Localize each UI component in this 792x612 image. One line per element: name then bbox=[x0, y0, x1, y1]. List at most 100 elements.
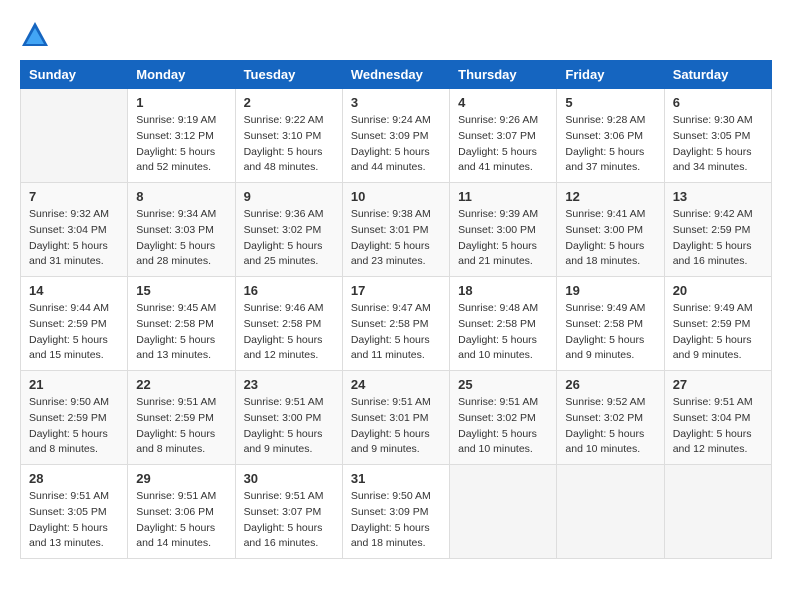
logo-icon bbox=[20, 20, 50, 50]
day-info: Sunrise: 9:30 AM Sunset: 3:05 PM Dayligh… bbox=[673, 113, 763, 176]
day-info: Sunrise: 9:51 AM Sunset: 3:07 PM Dayligh… bbox=[244, 489, 334, 552]
calendar-cell: 31 Sunrise: 9:50 AM Sunset: 3:09 PM Dayli… bbox=[342, 465, 449, 559]
calendar-cell: 10 Sunrise: 9:38 AM Sunset: 3:01 PM Dayli… bbox=[342, 183, 449, 277]
day-number: 20 bbox=[673, 283, 763, 298]
weekday-header-friday: Friday bbox=[557, 61, 664, 89]
calendar-cell: 27 Sunrise: 9:51 AM Sunset: 3:04 PM Dayli… bbox=[664, 371, 771, 465]
day-number: 8 bbox=[136, 189, 226, 204]
calendar-cell: 17 Sunrise: 9:47 AM Sunset: 2:58 PM Dayli… bbox=[342, 277, 449, 371]
calendar-cell: 5Sunrise: 9:28 AM Sunset: 3:06 PM Daylig… bbox=[557, 89, 664, 183]
day-info: Sunrise: 9:28 AM Sunset: 3:06 PM Dayligh… bbox=[565, 113, 655, 176]
calendar-cell: 21 Sunrise: 9:50 AM Sunset: 2:59 PM Dayli… bbox=[21, 371, 128, 465]
calendar-cell: 29 Sunrise: 9:51 AM Sunset: 3:06 PM Dayli… bbox=[128, 465, 235, 559]
weekday-header-saturday: Saturday bbox=[664, 61, 771, 89]
day-number: 23 bbox=[244, 377, 334, 392]
day-info: Sunrise: 9:51 AM Sunset: 3:05 PM Dayligh… bbox=[29, 489, 119, 552]
calendar-cell: 11 Sunrise: 9:39 AM Sunset: 3:00 PM Dayli… bbox=[450, 183, 557, 277]
day-number: 17 bbox=[351, 283, 441, 298]
day-number: 12 bbox=[565, 189, 655, 204]
page-header bbox=[20, 20, 772, 50]
calendar-cell: 8 Sunrise: 9:34 AM Sunset: 3:03 PM Daylig… bbox=[128, 183, 235, 277]
calendar-cell: 9 Sunrise: 9:36 AM Sunset: 3:02 PM Daylig… bbox=[235, 183, 342, 277]
day-info: Sunrise: 9:49 AM Sunset: 2:59 PM Dayligh… bbox=[673, 301, 763, 364]
weekday-header-wednesday: Wednesday bbox=[342, 61, 449, 89]
weekday-header-monday: Monday bbox=[128, 61, 235, 89]
day-info: Sunrise: 9:36 AM Sunset: 3:02 PM Dayligh… bbox=[244, 207, 334, 270]
day-number: 16 bbox=[244, 283, 334, 298]
calendar-cell: 13Sunrise: 9:42 AM Sunset: 2:59 PM Dayli… bbox=[664, 183, 771, 277]
day-info: Sunrise: 9:46 AM Sunset: 2:58 PM Dayligh… bbox=[244, 301, 334, 364]
day-info: Sunrise: 9:51 AM Sunset: 3:01 PM Dayligh… bbox=[351, 395, 441, 458]
day-number: 10 bbox=[351, 189, 441, 204]
day-info: Sunrise: 9:44 AM Sunset: 2:59 PM Dayligh… bbox=[29, 301, 119, 364]
weekday-row: SundayMondayTuesdayWednesdayThursdayFrid… bbox=[21, 61, 772, 89]
day-info: Sunrise: 9:50 AM Sunset: 3:09 PM Dayligh… bbox=[351, 489, 441, 552]
day-number: 1 bbox=[136, 95, 226, 110]
day-info: Sunrise: 9:48 AM Sunset: 2:58 PM Dayligh… bbox=[458, 301, 548, 364]
logo bbox=[20, 20, 54, 50]
day-info: Sunrise: 9:52 AM Sunset: 3:02 PM Dayligh… bbox=[565, 395, 655, 458]
day-info: Sunrise: 9:24 AM Sunset: 3:09 PM Dayligh… bbox=[351, 113, 441, 176]
day-info: Sunrise: 9:51 AM Sunset: 3:04 PM Dayligh… bbox=[673, 395, 763, 458]
day-info: Sunrise: 9:26 AM Sunset: 3:07 PM Dayligh… bbox=[458, 113, 548, 176]
day-info: Sunrise: 9:38 AM Sunset: 3:01 PM Dayligh… bbox=[351, 207, 441, 270]
day-info: Sunrise: 9:22 AM Sunset: 3:10 PM Dayligh… bbox=[244, 113, 334, 176]
day-number: 31 bbox=[351, 471, 441, 486]
day-info: Sunrise: 9:51 AM Sunset: 3:00 PM Dayligh… bbox=[244, 395, 334, 458]
day-number: 27 bbox=[673, 377, 763, 392]
calendar-cell: 24 Sunrise: 9:51 AM Sunset: 3:01 PM Dayli… bbox=[342, 371, 449, 465]
calendar-cell: 22Sunrise: 9:51 AM Sunset: 2:59 PM Dayli… bbox=[128, 371, 235, 465]
day-info: Sunrise: 9:50 AM Sunset: 2:59 PM Dayligh… bbox=[29, 395, 119, 458]
calendar-cell bbox=[664, 465, 771, 559]
calendar-cell bbox=[21, 89, 128, 183]
calendar-cell: 16 Sunrise: 9:46 AM Sunset: 2:58 PM Dayli… bbox=[235, 277, 342, 371]
calendar-cell: 30Sunrise: 9:51 AM Sunset: 3:07 PM Dayli… bbox=[235, 465, 342, 559]
calendar-cell: 2 Sunrise: 9:22 AM Sunset: 3:10 PM Daylig… bbox=[235, 89, 342, 183]
day-number: 22 bbox=[136, 377, 226, 392]
calendar-cell: 3 Sunrise: 9:24 AM Sunset: 3:09 PM Daylig… bbox=[342, 89, 449, 183]
calendar-cell bbox=[450, 465, 557, 559]
weekday-header-tuesday: Tuesday bbox=[235, 61, 342, 89]
day-number: 3 bbox=[351, 95, 441, 110]
day-info: Sunrise: 9:47 AM Sunset: 2:58 PM Dayligh… bbox=[351, 301, 441, 364]
day-info: Sunrise: 9:32 AM Sunset: 3:04 PM Dayligh… bbox=[29, 207, 119, 270]
day-number: 4 bbox=[458, 95, 548, 110]
calendar-cell: 1 Sunrise: 9:19 AM Sunset: 3:12 PM Daylig… bbox=[128, 89, 235, 183]
day-number: 24 bbox=[351, 377, 441, 392]
day-number: 19 bbox=[565, 283, 655, 298]
day-number: 7 bbox=[29, 189, 119, 204]
calendar-cell: 12 Sunrise: 9:41 AM Sunset: 3:00 PM Dayli… bbox=[557, 183, 664, 277]
calendar-cell: 18 Sunrise: 9:48 AM Sunset: 2:58 PM Dayli… bbox=[450, 277, 557, 371]
calendar-week-4: 28 Sunrise: 9:51 AM Sunset: 3:05 PM Dayli… bbox=[21, 465, 772, 559]
day-number: 2 bbox=[244, 95, 334, 110]
calendar-cell: 26Sunrise: 9:52 AM Sunset: 3:02 PM Dayli… bbox=[557, 371, 664, 465]
calendar-week-2: 14 Sunrise: 9:44 AM Sunset: 2:59 PM Dayli… bbox=[21, 277, 772, 371]
day-number: 29 bbox=[136, 471, 226, 486]
calendar-cell bbox=[557, 465, 664, 559]
day-info: Sunrise: 9:39 AM Sunset: 3:00 PM Dayligh… bbox=[458, 207, 548, 270]
day-info: Sunrise: 9:51 AM Sunset: 3:06 PM Dayligh… bbox=[136, 489, 226, 552]
day-number: 18 bbox=[458, 283, 548, 298]
calendar-week-0: 1 Sunrise: 9:19 AM Sunset: 3:12 PM Daylig… bbox=[21, 89, 772, 183]
day-info: Sunrise: 9:19 AM Sunset: 3:12 PM Dayligh… bbox=[136, 113, 226, 176]
day-info: Sunrise: 9:45 AM Sunset: 2:58 PM Dayligh… bbox=[136, 301, 226, 364]
calendar-cell: 4 Sunrise: 9:26 AM Sunset: 3:07 PM Daylig… bbox=[450, 89, 557, 183]
day-info: Sunrise: 9:41 AM Sunset: 3:00 PM Dayligh… bbox=[565, 207, 655, 270]
calendar-cell: 25Sunrise: 9:51 AM Sunset: 3:02 PM Dayli… bbox=[450, 371, 557, 465]
calendar-cell: 20 Sunrise: 9:49 AM Sunset: 2:59 PM Dayli… bbox=[664, 277, 771, 371]
day-number: 21 bbox=[29, 377, 119, 392]
calendar-week-1: 7 Sunrise: 9:32 AM Sunset: 3:04 PM Daylig… bbox=[21, 183, 772, 277]
day-info: Sunrise: 9:34 AM Sunset: 3:03 PM Dayligh… bbox=[136, 207, 226, 270]
day-number: 28 bbox=[29, 471, 119, 486]
day-number: 6 bbox=[673, 95, 763, 110]
weekday-header-thursday: Thursday bbox=[450, 61, 557, 89]
day-number: 9 bbox=[244, 189, 334, 204]
day-number: 14 bbox=[29, 283, 119, 298]
calendar-cell: 14 Sunrise: 9:44 AM Sunset: 2:59 PM Dayli… bbox=[21, 277, 128, 371]
weekday-header-sunday: Sunday bbox=[21, 61, 128, 89]
day-info: Sunrise: 9:42 AM Sunset: 2:59 PM Dayligh… bbox=[673, 207, 763, 270]
calendar-cell: 23 Sunrise: 9:51 AM Sunset: 3:00 PM Dayli… bbox=[235, 371, 342, 465]
calendar-table: SundayMondayTuesdayWednesdayThursdayFrid… bbox=[20, 60, 772, 559]
day-number: 11 bbox=[458, 189, 548, 204]
calendar-cell: 28 Sunrise: 9:51 AM Sunset: 3:05 PM Dayli… bbox=[21, 465, 128, 559]
